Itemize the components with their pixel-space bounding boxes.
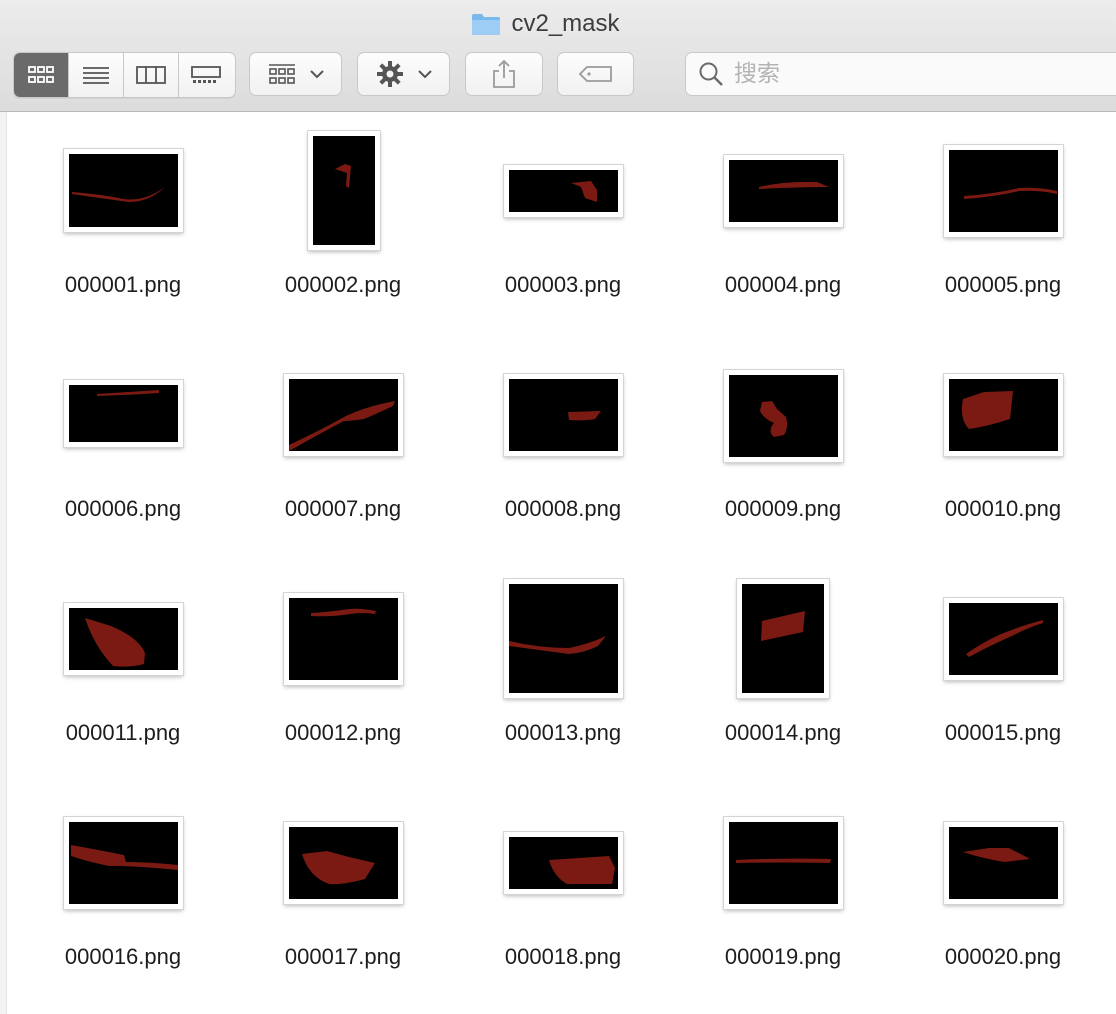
image-thumbnail — [504, 165, 623, 217]
file-name: 000018.png — [504, 944, 622, 969]
tag-icon — [578, 66, 612, 82]
file-name: 000011.png — [65, 720, 181, 745]
gallery-icon — [191, 66, 221, 83]
image-thumbnail — [724, 370, 843, 462]
view-mode-control[interactable] — [13, 52, 236, 98]
file-name: 000004.png — [724, 272, 842, 297]
file-name: 000006.png — [64, 496, 182, 521]
file-name: 000005.png — [944, 272, 1062, 297]
share-button[interactable] — [465, 52, 543, 96]
file-name: 000012.png — [284, 720, 402, 745]
file-name: 000019.png — [724, 944, 842, 969]
image-thumbnail — [504, 579, 623, 698]
image-thumbnail — [64, 380, 183, 447]
file-grid: 000001.png 000002.png 000003.png 000004.… — [0, 112, 1116, 1014]
image-thumbnail — [944, 145, 1063, 237]
image-thumbnail — [284, 593, 403, 685]
file-name: 000010.png — [944, 496, 1062, 521]
image-thumbnail — [64, 149, 183, 232]
file-name: 000009.png — [724, 496, 842, 521]
grid-icon — [28, 66, 54, 83]
finder-toolbar: cv2_mask — [0, 0, 1116, 112]
image-thumbnail — [724, 155, 843, 227]
folder-icon — [472, 14, 501, 35]
search-icon — [699, 62, 723, 86]
edit-tags-button[interactable] — [557, 52, 634, 96]
gallery-view-button[interactable] — [179, 53, 233, 97]
image-thumbnail — [64, 603, 183, 675]
action-menu-button[interactable] — [357, 52, 450, 96]
search-input[interactable] — [732, 60, 1096, 88]
window-title-text: cv2_mask — [511, 10, 620, 37]
file-name: 000016.png — [64, 944, 182, 969]
file-name: 000017.png — [284, 944, 402, 969]
chevron-down-icon — [417, 69, 432, 78]
file-name: 000001.png — [64, 272, 182, 297]
image-thumbnail — [944, 822, 1063, 904]
group-by-button[interactable] — [249, 52, 342, 96]
image-thumbnail — [737, 579, 829, 698]
image-thumbnail — [504, 832, 623, 894]
group-icon — [268, 64, 295, 84]
columns-icon — [136, 66, 166, 84]
sidebar-edge — [0, 112, 7, 1014]
image-thumbnail — [724, 817, 843, 909]
file-name: 000002.png — [284, 272, 402, 297]
image-thumbnail — [504, 374, 623, 456]
icon-view-button[interactable] — [14, 53, 69, 97]
chevron-down-icon — [309, 69, 324, 78]
image-thumbnail — [308, 131, 380, 250]
image-thumbnail — [64, 817, 183, 909]
list-view-button[interactable] — [69, 53, 124, 97]
image-thumbnail — [284, 374, 403, 456]
file-name: 000020.png — [944, 944, 1062, 969]
file-name: 000015.png — [944, 720, 1062, 745]
column-view-button[interactable] — [124, 53, 179, 97]
file-name: 000008.png — [504, 496, 622, 521]
search-field[interactable] — [685, 52, 1116, 96]
file-name: 000013.png — [504, 720, 622, 745]
file-name: 000014.png — [724, 720, 842, 745]
window-title: cv2_mask — [471, 10, 620, 38]
image-thumbnail — [284, 822, 403, 904]
list-icon — [83, 67, 109, 84]
file-name: 000003.png — [504, 272, 622, 297]
file-name: 000007.png — [284, 496, 402, 521]
share-icon — [493, 59, 515, 88]
gear-icon — [376, 61, 403, 87]
image-thumbnail — [944, 374, 1063, 456]
image-thumbnail — [944, 598, 1063, 680]
